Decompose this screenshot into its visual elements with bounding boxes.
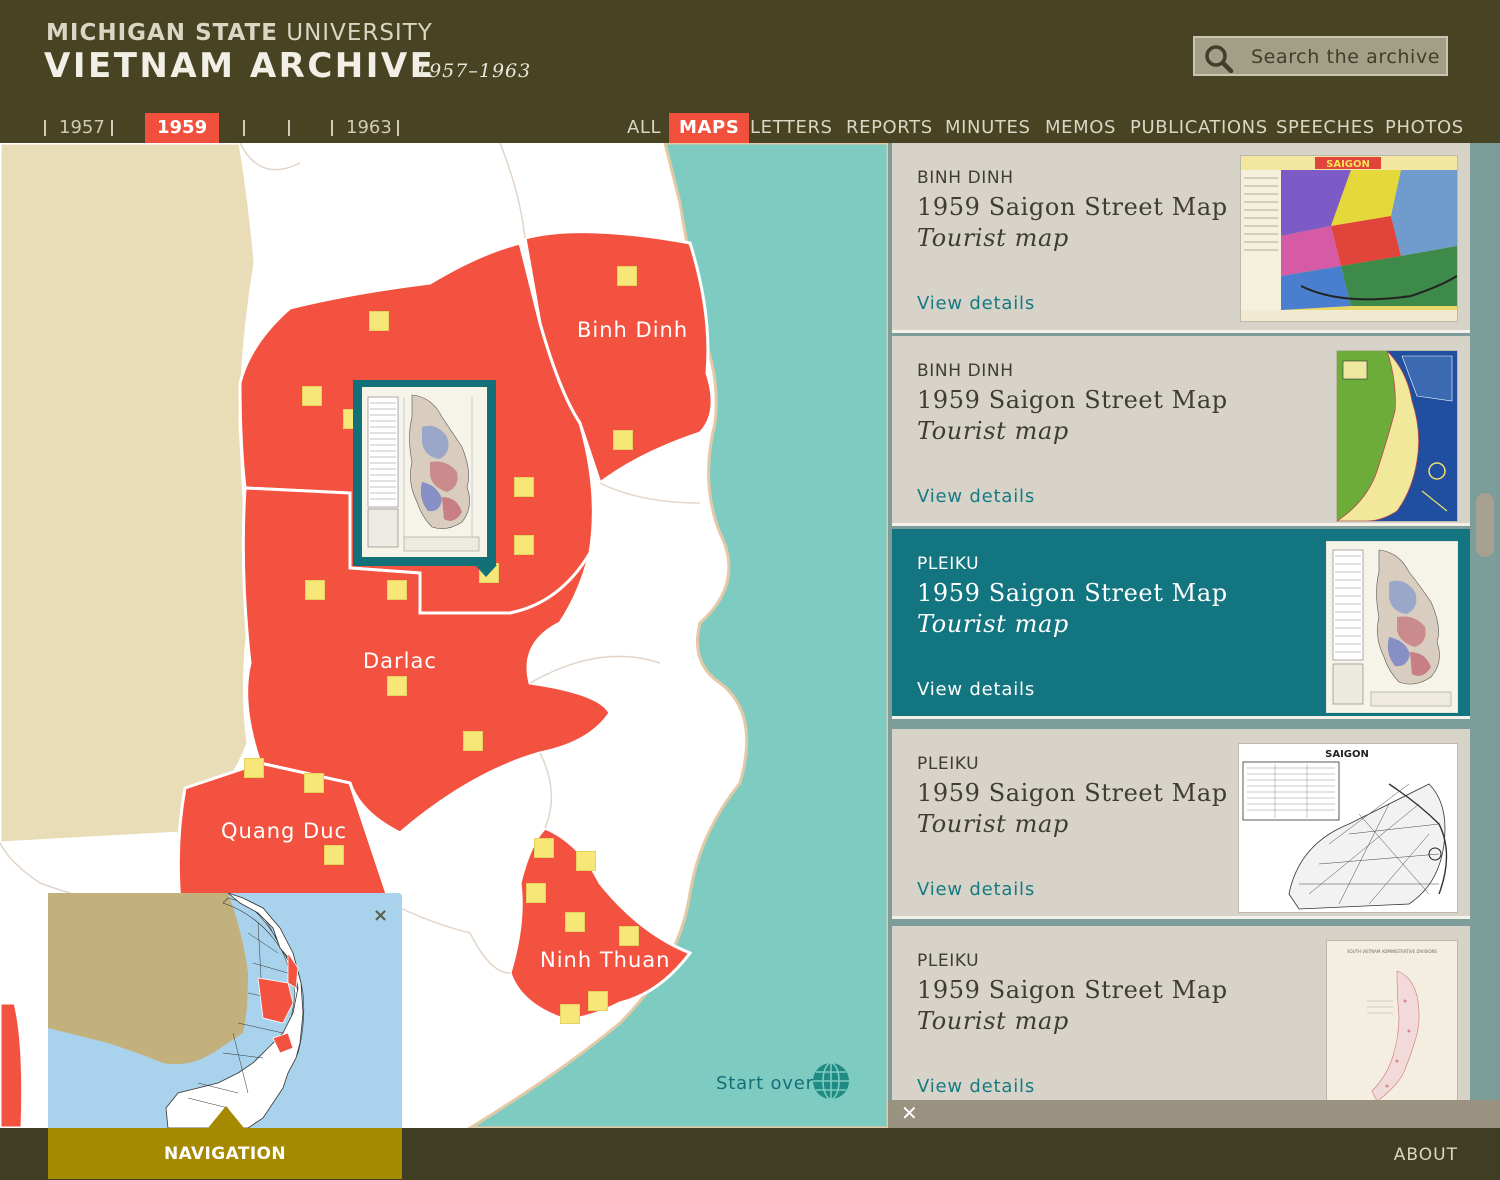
map-document-marker[interactable] [369, 311, 389, 331]
thumb-saigon-banner: SAIGON [1326, 159, 1370, 170]
region-edge [0, 1001, 25, 1128]
result-title[interactable]: 1959 Saigon Street Map [917, 193, 1228, 221]
map-document-marker[interactable] [387, 580, 407, 600]
map-document-marker[interactable] [305, 580, 325, 600]
result-place: PLEIKU [917, 754, 980, 774]
thumb-admin-title: SOUTH VIETNAM ADMINISTRATIVE DIVISIONS [1347, 949, 1438, 954]
close-icon[interactable]: ✕ [901, 1101, 918, 1125]
map-document-marker[interactable] [324, 845, 344, 865]
map-document-marker[interactable] [565, 912, 585, 932]
timeline-separator [331, 120, 333, 136]
map-document-marker[interactable] [514, 477, 534, 497]
map-document-marker[interactable] [526, 883, 546, 903]
timeline-separator [44, 120, 46, 136]
filter-memos[interactable]: MEMOS [1045, 113, 1116, 143]
map-document-marker[interactable] [302, 386, 322, 406]
map-document-preview[interactable] [353, 380, 497, 577]
result-card[interactable]: PLEIKU 1959 Saigon Street Map Tourist ma… [892, 729, 1470, 919]
result-title[interactable]: 1959 Saigon Street Map [917, 779, 1228, 807]
result-subtitle: Tourist map [917, 810, 1069, 838]
result-thumbnail[interactable] [1336, 350, 1458, 522]
result-place: BINH DINH [917, 361, 1014, 381]
about-link[interactable]: ABOUT [1394, 1145, 1458, 1165]
results-panel[interactable]: BINH DINH 1959 Saigon Street Map Tourist… [888, 143, 1500, 1100]
result-card[interactable]: BINH DINH 1959 Saigon Street Map Tourist… [892, 336, 1470, 526]
map-document-marker[interactable] [560, 1004, 580, 1024]
map-thumbnail [362, 387, 487, 557]
thumb-saigon-plan-title: SAIGON [1325, 749, 1369, 760]
search-icon [1205, 45, 1234, 73]
result-title[interactable]: 1959 Saigon Street Map [917, 579, 1228, 607]
result-thumbnail[interactable]: SAIGON [1238, 743, 1458, 913]
result-title[interactable]: 1959 Saigon Street Map [917, 386, 1228, 414]
timeline-separator [288, 120, 290, 136]
filter-maps[interactable]: MAPS [669, 113, 750, 153]
result-subtitle: Tourist map [917, 417, 1069, 445]
minimap-canvas [48, 893, 402, 1128]
result-place: PLEIKU [917, 554, 980, 574]
result-subtitle: Tourist map [917, 610, 1069, 638]
result-thumbnail[interactable]: SAIGON [1240, 155, 1458, 322]
result-place: BINH DINH [917, 168, 1014, 188]
view-details-link[interactable]: View details [917, 1076, 1035, 1097]
result-card-selected[interactable]: PLEIKU 1959 Saigon Street Map Tourist ma… [892, 529, 1470, 719]
map-document-marker[interactable] [463, 731, 483, 751]
brand-title[interactable]: VIETNAM ARCHIVE [44, 46, 435, 86]
timeline-separator [243, 120, 245, 136]
filter-photos[interactable]: PHOTOS [1385, 113, 1464, 143]
view-details-link[interactable]: View details [917, 293, 1035, 314]
map-document-marker[interactable] [576, 851, 596, 871]
filter-publications[interactable]: PUBLICATIONS [1130, 113, 1268, 143]
view-details-link[interactable]: View details [917, 679, 1035, 700]
view-details-link[interactable]: View details [917, 879, 1035, 900]
site-header: MICHIGAN STATE UNIVERSITY VIETNAM ARCHIV… [0, 0, 1500, 153]
view-details-link[interactable]: View details [917, 486, 1035, 507]
filter-all[interactable]: ALL [627, 113, 661, 143]
label-binh-dinh[interactable]: Binh Dinh [577, 318, 688, 342]
timeline-separator [111, 120, 113, 136]
map-document-marker[interactable] [514, 535, 534, 555]
filter-minutes[interactable]: MINUTES [945, 113, 1030, 143]
result-subtitle: Tourist map [917, 1007, 1069, 1035]
map-document-marker[interactable] [387, 676, 407, 696]
map-document-marker[interactable] [619, 926, 639, 946]
result-place: PLEIKU [917, 951, 980, 971]
year-1959[interactable]: 1959 [145, 113, 220, 153]
filter-reports[interactable]: REPORTS [846, 113, 933, 143]
result-thumbnail[interactable]: SOUTH VIETNAM ADMINISTRATIVE DIVISIONS [1326, 940, 1458, 1100]
year-1963[interactable]: 1963 [346, 113, 392, 143]
minimap-close-icon[interactable]: × [373, 905, 388, 926]
filter-speeches[interactable]: SPEECHES [1276, 113, 1375, 143]
land-cambodia [0, 143, 257, 845]
label-ninh-thuan[interactable]: Ninh Thuan [540, 948, 670, 972]
filter-letters[interactable]: LETTERS [750, 113, 833, 143]
year-1957[interactable]: 1957 [59, 113, 105, 143]
brand-years: 1957–1963 [416, 60, 532, 82]
map-document-marker[interactable] [304, 773, 324, 793]
timeline-separator [397, 120, 399, 136]
navigation-tab[interactable]: NAVIGATION [48, 1106, 402, 1179]
map-document-marker[interactable] [534, 838, 554, 858]
brand-university[interactable]: MICHIGAN STATE UNIVERSITY [46, 20, 433, 46]
search-input[interactable]: Search the archive [1193, 36, 1448, 76]
results-scrollbar[interactable] [1476, 493, 1494, 557]
map-document-marker[interactable] [613, 430, 633, 450]
label-darlac[interactable]: Darlac [363, 649, 437, 673]
navigation-minimap[interactable] [48, 893, 402, 1128]
map-document-marker[interactable] [617, 266, 637, 286]
start-over-button[interactable]: Start over [716, 1073, 814, 1094]
results-panel-footer [888, 1100, 1500, 1128]
result-card[interactable]: BINH DINH 1959 Saigon Street Map Tourist… [892, 143, 1470, 333]
globe-icon[interactable] [811, 1061, 851, 1101]
result-card[interactable]: PLEIKU 1959 Saigon Street Map Tourist ma… [892, 926, 1470, 1100]
label-quang-duc[interactable]: Quang Duc [221, 819, 347, 843]
search-placeholder: Search the archive [1251, 46, 1441, 68]
map-document-marker[interactable] [588, 991, 608, 1011]
result-title[interactable]: 1959 Saigon Street Map [917, 976, 1228, 1004]
map-document-marker[interactable] [244, 758, 264, 778]
result-subtitle: Tourist map [917, 224, 1069, 252]
result-thumbnail[interactable] [1326, 541, 1458, 713]
